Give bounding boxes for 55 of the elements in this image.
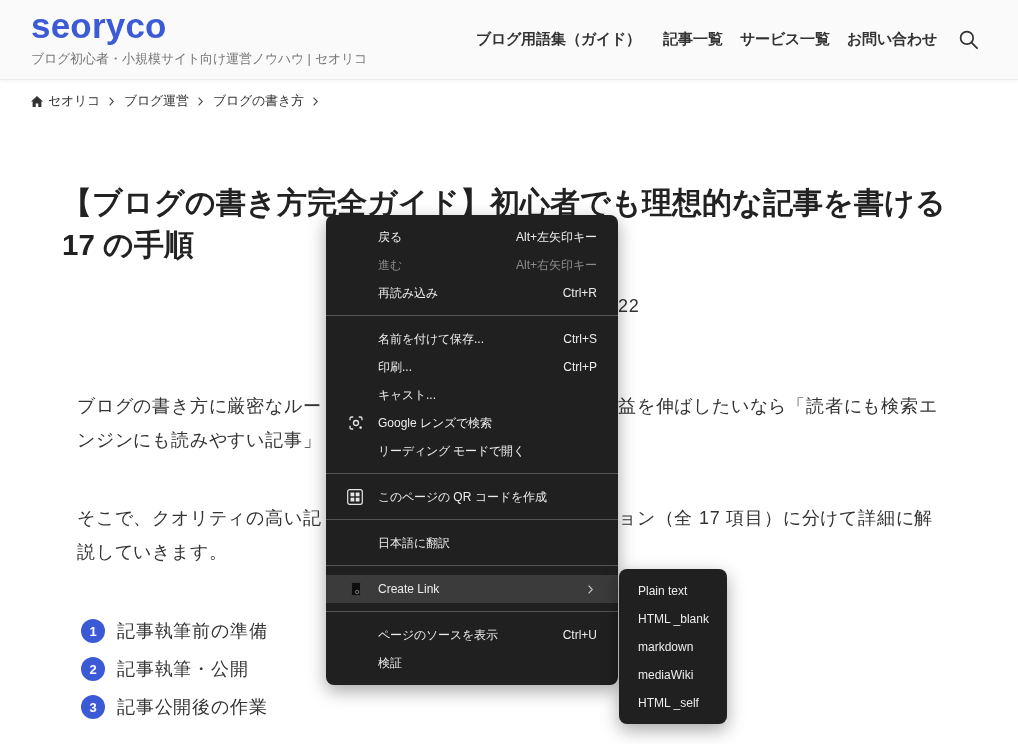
chevron-icon: [109, 96, 114, 106]
step-label: 記事執筆・公開: [117, 658, 249, 681]
nav-link[interactable]: ブログ用語集（ガイド）: [476, 30, 641, 49]
nav-link[interactable]: お問い合わせ: [847, 30, 937, 49]
submenu-item[interactable]: markdown: [619, 633, 727, 661]
submenu-item[interactable]: Plain text: [619, 577, 727, 605]
step-number: 3: [81, 695, 105, 719]
menu-item[interactable]: リーディング モードで開く: [326, 437, 618, 465]
qr-code-icon: [347, 489, 363, 505]
menu-item[interactable]: 印刷... Ctrl+P: [326, 353, 618, 381]
body-text: ブログの書き方に厳密なルー: [77, 395, 322, 418]
breadcrumb-link[interactable]: セオリコ: [48, 92, 100, 110]
document-icon: [351, 582, 361, 596]
nav-link[interactable]: 記事一覧: [663, 30, 723, 49]
article-title: 17 の手順: [62, 229, 194, 260]
body-text: 益を伸ばしたいなら「読者にも検索エ: [618, 395, 938, 418]
shortcut-text: Ctrl+R: [562, 286, 597, 300]
site-tagline: ブログ初心者・小規模サイト向け運営ノウハウ | セオリコ: [31, 49, 367, 68]
menu-item[interactable]: 名前を付けて保存... Ctrl+S: [326, 325, 618, 353]
breadcrumb-link[interactable]: ブログ運営: [124, 92, 189, 110]
lens-icon: [349, 416, 363, 430]
body-text: そこで、クオリティの高い記: [77, 507, 322, 530]
step-label: 記事執筆前の準備: [117, 620, 268, 643]
shortcut-text: Ctrl+P: [563, 360, 597, 374]
site-logo[interactable]: seoryco: [31, 5, 167, 46]
menu-item[interactable]: 戻る Alt+左矢印キー: [326, 223, 618, 251]
menu-item[interactable]: 再読み込み Ctrl+R: [326, 279, 618, 307]
shortcut-text: Alt+右矢印キー: [516, 256, 597, 274]
chevron-right-icon: [588, 584, 593, 594]
submenu-item[interactable]: mediaWiki: [619, 661, 727, 689]
menu-item[interactable]: 日本語に翻訳: [326, 529, 618, 557]
shortcut-text: Alt+左矢印キー: [516, 228, 597, 246]
step-number: 1: [81, 619, 105, 643]
search-icon[interactable]: [959, 30, 978, 49]
home-icon[interactable]: [31, 95, 43, 107]
chevron-icon: [198, 96, 203, 106]
body-text: 説していきます。: [77, 541, 228, 564]
menu-item[interactable]: キャスト...: [326, 381, 618, 409]
shortcut-text: Ctrl+U: [562, 628, 597, 642]
menu-item[interactable]: ページのソースを表示 Ctrl+U: [326, 621, 618, 649]
body-text: ンジンにも読みやすい記事」: [77, 429, 322, 452]
submenu-item[interactable]: HTML _self: [619, 689, 727, 717]
step-number: 2: [81, 657, 105, 681]
menu-item[interactable]: Create Link: [326, 575, 618, 603]
step-label: 記事公開後の作業: [117, 696, 268, 719]
menu-item[interactable]: Google レンズで検索: [326, 409, 618, 437]
body-text: ョン（全 17 項目）に分けて詳細に解: [618, 507, 934, 530]
nav-link[interactable]: サービス一覧: [740, 30, 830, 49]
breadcrumb-link[interactable]: ブログの書き方: [213, 92, 304, 110]
shortcut-text: Ctrl+S: [563, 332, 597, 346]
menu-item[interactable]: 検証: [326, 649, 618, 677]
menu-item[interactable]: このページの QR コードを作成: [326, 483, 618, 511]
submenu-item[interactable]: HTML _blank: [619, 605, 727, 633]
chevron-icon: [313, 96, 318, 106]
date-text: 22: [618, 295, 640, 318]
